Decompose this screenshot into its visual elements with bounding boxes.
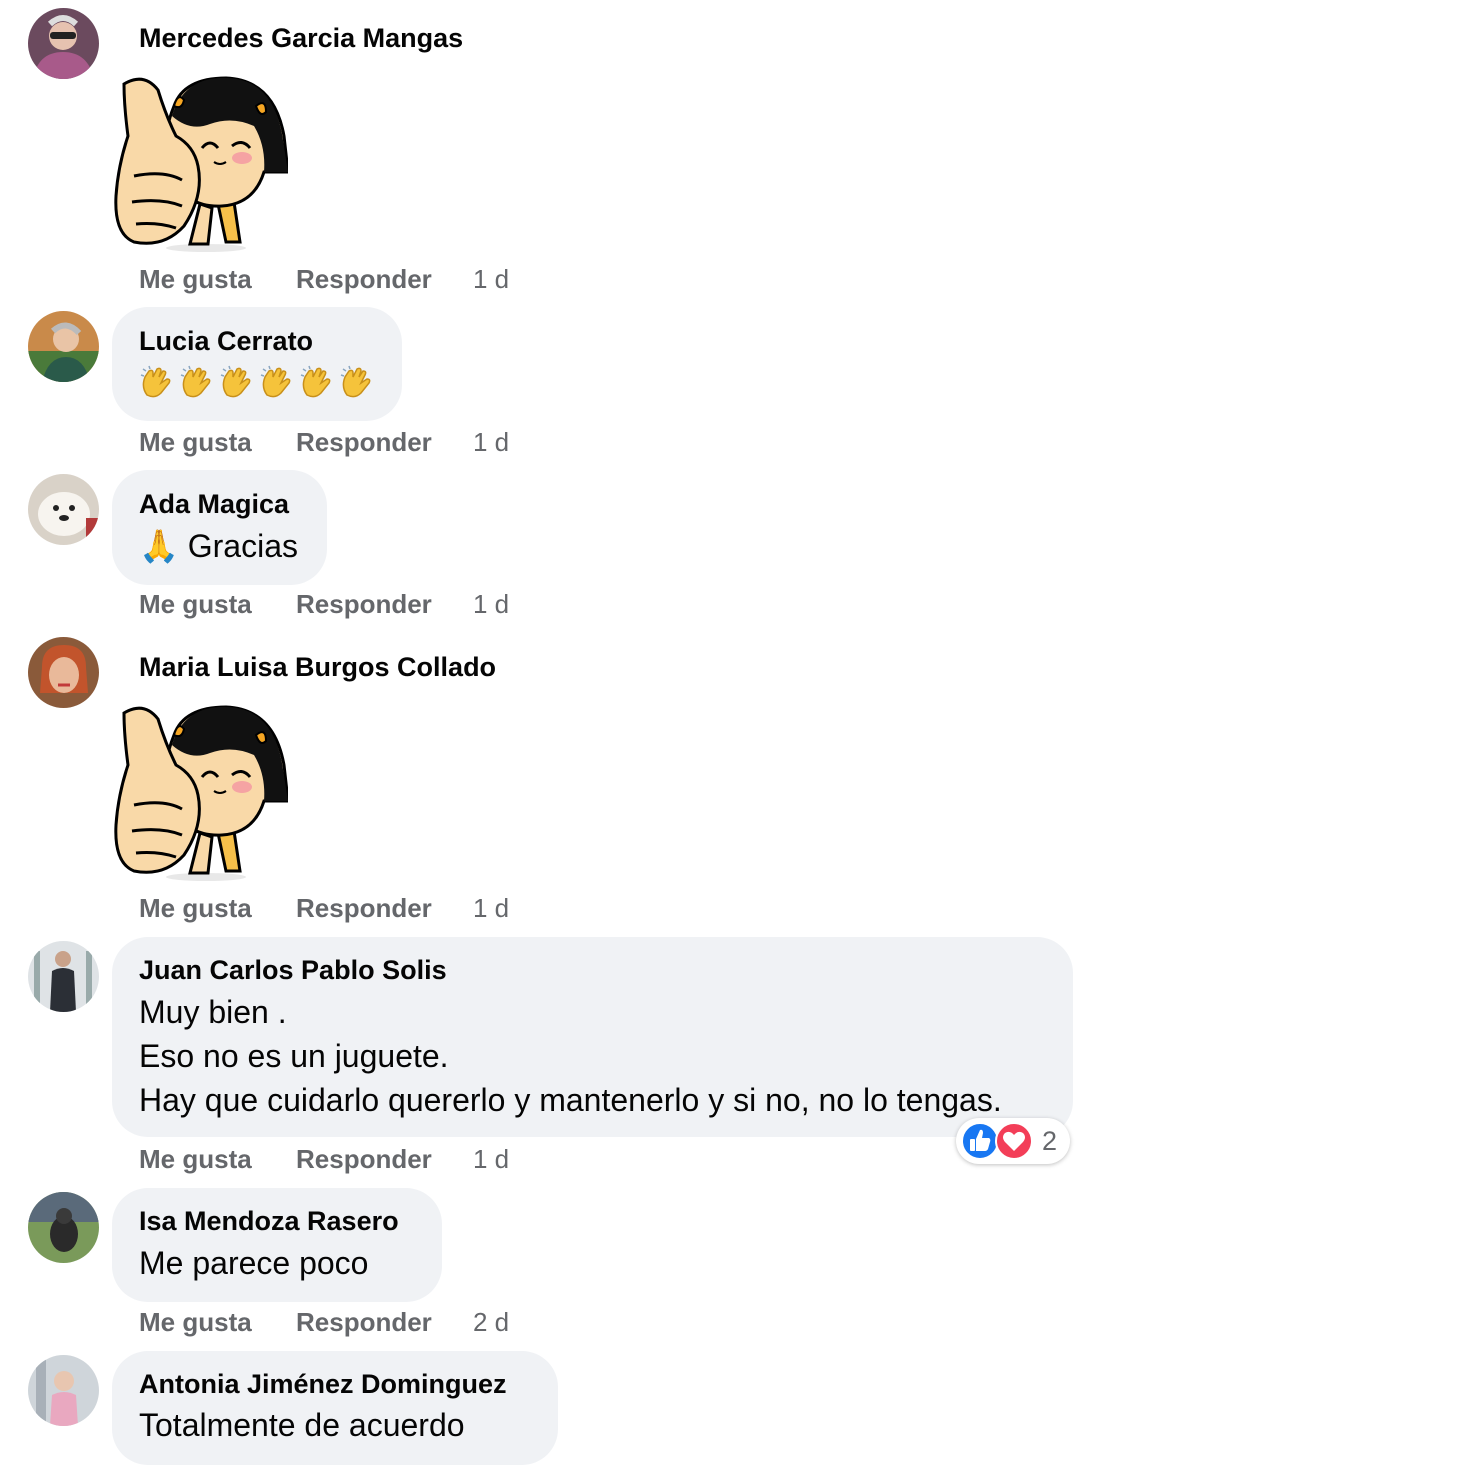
comment-text: Totalmente de acuerdo (139, 1407, 465, 1443)
comment-author[interactable]: Mercedes Garcia Mangas (139, 23, 463, 54)
avatar[interactable] (28, 474, 99, 545)
heart-icon (995, 1122, 1033, 1160)
like-button[interactable]: Me gusta (139, 1307, 252, 1338)
reply-button[interactable]: Responder (296, 1144, 432, 1175)
comment-author[interactable]: Juan Carlos Pablo Solis (139, 955, 447, 986)
timestamp[interactable]: 1 d (473, 264, 509, 295)
clap-emoji-icon (299, 365, 335, 401)
like-button[interactable]: Me gusta (139, 427, 252, 458)
comment-text: Me parece poco (139, 1245, 369, 1281)
comment-author[interactable]: Lucia Cerrato (139, 326, 313, 357)
clap-emoji-row (139, 365, 375, 401)
timestamp[interactable]: 1 d (473, 893, 509, 924)
reaction-count: 2 (1042, 1126, 1058, 1156)
comment-text: 🙏 Gracias (139, 528, 298, 564)
like-button[interactable]: Me gusta (139, 893, 252, 924)
reply-button[interactable]: Responder (296, 427, 432, 458)
sticker (114, 705, 288, 881)
reply-button[interactable]: Responder (296, 264, 432, 295)
clap-emoji-icon (339, 365, 375, 401)
avatar[interactable] (28, 8, 99, 79)
reactions-summary[interactable]: 2 (956, 1118, 1070, 1164)
like-button[interactable]: Me gusta (139, 589, 252, 620)
comment-author[interactable]: Antonia Jiménez Dominguez (139, 1369, 507, 1400)
avatar[interactable] (28, 1192, 99, 1263)
like-button[interactable]: Me gusta (139, 264, 252, 295)
timestamp[interactable]: 1 d (473, 427, 509, 458)
like-button[interactable]: Me gusta (139, 1144, 252, 1175)
timestamp[interactable]: 1 d (473, 1144, 509, 1175)
avatar[interactable] (28, 941, 99, 1012)
clap-emoji-icon (179, 365, 215, 401)
clap-emoji-icon (259, 365, 295, 401)
clap-emoji-icon (139, 365, 175, 401)
avatar[interactable] (28, 637, 99, 708)
comment-text-line: Eso no es un juguete. (139, 1038, 449, 1074)
avatar[interactable] (28, 311, 99, 382)
comment-author[interactable]: Ada Magica (139, 489, 289, 520)
comment-bubble (112, 307, 402, 421)
comment-author[interactable]: Isa Mendoza Rasero (139, 1206, 399, 1237)
clap-emoji-icon (219, 365, 255, 401)
reply-button[interactable]: Responder (296, 893, 432, 924)
comment-text-line: Muy bien . (139, 994, 287, 1030)
sticker (114, 76, 288, 252)
timestamp[interactable]: 1 d (473, 589, 509, 620)
comment-author[interactable]: Maria Luisa Burgos Collado (139, 652, 496, 683)
avatar[interactable] (28, 1355, 99, 1426)
comment-text-line: Hay que cuidarlo quererlo y mantenerlo y… (139, 1082, 1002, 1118)
timestamp[interactable]: 2 d (473, 1307, 509, 1338)
reply-button[interactable]: Responder (296, 1307, 432, 1338)
reply-button[interactable]: Responder (296, 589, 432, 620)
